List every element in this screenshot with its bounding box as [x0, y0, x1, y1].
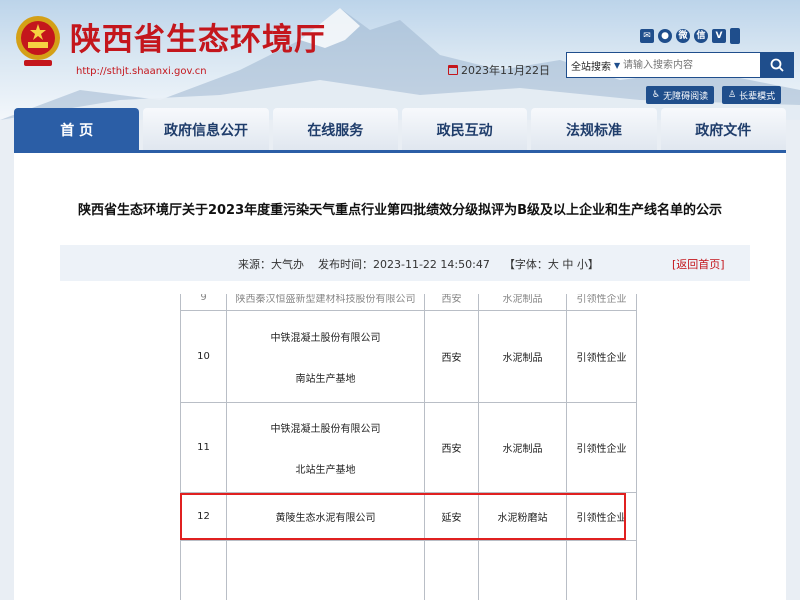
weibo-icon[interactable]: 微 — [676, 29, 690, 43]
meta-info: 来源：大气办 发布时间：2023-11-22 14:50:47 【字体：大 中 … — [238, 256, 599, 272]
elder-icon: ♙ — [728, 90, 737, 100]
wechat-icon[interactable]: 信 — [694, 29, 708, 43]
nav-regulations[interactable]: 法规标准 — [531, 108, 657, 152]
nav-interaction[interactable]: 政民互动 — [401, 108, 528, 152]
enterprise-table: 9 陕西秦汉恒盛新型建材科技股份有限公司 西安 水泥制品 引领性企业 10 中铁… — [180, 294, 637, 600]
table-row — [180, 540, 637, 600]
search-bar: 全站搜索 ▼ — [566, 52, 794, 78]
table-row: 10 中铁混凝土股份有限公司 南站生产基地 西安 水泥制品 引领性企业 — [180, 310, 637, 403]
main-nav: 首 页 政府信息公开 在线服务 政民互动 法规标准 政府文件 — [14, 108, 786, 152]
date-display: 2023年11月22日 — [448, 62, 550, 78]
table-row: 11 中铁混凝土股份有限公司 北站生产基地 西安 水泥制品 引领性企业 — [180, 402, 637, 493]
elder-mode-button[interactable]: ♙ 长辈模式 — [722, 86, 782, 104]
table-row-highlighted: 12 黄陵生态水泥有限公司 延安 水泥粉磨站 引领性企业 — [180, 492, 637, 541]
email-icon[interactable]: ✉ — [640, 29, 654, 43]
site-title[interactable]: 陕西省生态环境厅 — [70, 14, 326, 59]
accessibility-button[interactable]: ♿ 无障碍阅读 — [646, 86, 715, 104]
enterprise-table-viewport: 9 陕西秦汉恒盛新型建材科技股份有限公司 西安 水泥制品 引领性企业 10 中铁… — [14, 294, 786, 600]
search-input[interactable] — [623, 54, 760, 76]
chevron-down-icon: ▼ — [614, 60, 621, 70]
nav-gov-info[interactable]: 政府信息公开 — [143, 108, 269, 152]
table-row: 9 陕西秦汉恒盛新型建材科技股份有限公司 西安 水泥制品 引领性企业 — [180, 294, 637, 311]
circle-icon[interactable]: ● — [658, 29, 672, 43]
calendar-icon — [448, 65, 458, 75]
article-source: 来源：大气办 — [238, 258, 304, 271]
wheelchair-icon: ♿ — [652, 90, 661, 100]
font-size-control[interactable]: 【字体：大 中 小】 — [504, 258, 599, 271]
site-url: http://sthjt.shaanxi.gov.cn — [76, 66, 207, 77]
search-scope-select[interactable]: 全站搜索 ▼ — [567, 58, 623, 73]
national-emblem-icon — [16, 16, 60, 66]
mobile-icon[interactable] — [730, 28, 740, 44]
article-container: 陕西省生态环境厅关于2023年度重污染天气重点行业第四批绩效分级拟评为B级及以上… — [14, 153, 786, 600]
site-header: 陕西省生态环境厅 http://sthjt.shaanxi.gov.cn ✉ ●… — [0, 0, 800, 120]
search-button[interactable] — [760, 52, 794, 78]
back-home-link[interactable]: [返回首页] — [672, 256, 725, 272]
search-icon — [770, 58, 784, 72]
publish-time: 发布时间：2023-11-22 14:50:47 — [318, 258, 490, 271]
nav-online-service[interactable]: 在线服务 — [272, 108, 398, 152]
social-icons: ✉ ● 微 信 V — [640, 28, 740, 44]
nav-home[interactable]: 首 页 — [14, 108, 140, 152]
vx-icon[interactable]: V — [712, 29, 726, 43]
nav-gov-documents[interactable]: 政府文件 — [660, 108, 786, 152]
current-date: 2023年11月22日 — [461, 64, 550, 77]
article-title: 陕西省生态环境厅关于2023年度重污染天气重点行业第四批绩效分级拟评为B级及以上… — [77, 203, 723, 218]
article-meta: 来源：大气办 发布时间：2023-11-22 14:50:47 【字体：大 中 … — [60, 245, 750, 281]
